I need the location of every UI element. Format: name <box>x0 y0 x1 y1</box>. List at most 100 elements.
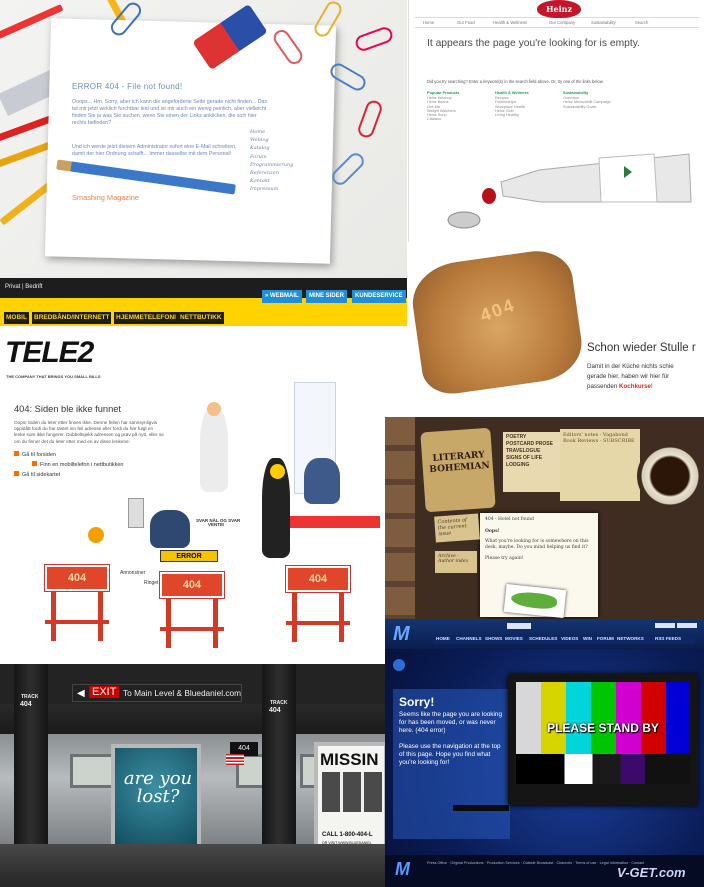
column-title: Health & Wellness <box>495 90 529 95</box>
smashing-magazine-404-panel: ERROR 404 - File not found! Ooops... Hm.… <box>0 0 407 278</box>
menu-item[interactable]: Forum <box>250 153 293 161</box>
nav-channels[interactable]: CHANNELS <box>456 636 482 641</box>
tab-phone[interactable]: HJEMMETELEFONI <box>114 312 178 324</box>
nav-search[interactable]: Search <box>635 20 648 25</box>
editors-notes[interactable]: Editors' notes · Vagabond Book Reviews ·… <box>560 429 640 501</box>
page-title: 404 - Hotel not found <box>485 517 534 522</box>
cooking-course-link[interactable]: Kochkurse <box>619 383 651 390</box>
menu-item[interactable]: Referenzen <box>250 169 293 177</box>
color-bar <box>565 682 592 754</box>
link[interactable]: Living Healthy <box>495 113 525 117</box>
platform-floor <box>0 844 385 887</box>
tab-webmail[interactable]: » WEBMAIL <box>262 290 302 303</box>
menu-item[interactable]: POSTCARD PROSE <box>506 441 558 448</box>
error-title: ERROR 404 - File not found! <box>72 82 183 91</box>
worker-figure <box>304 458 340 504</box>
link[interactable]: Heinz Microcredit Campaign <box>563 100 611 104</box>
exit-sign: ◀ EXIT To Main Level & Bluedaniel.com <box>72 684 242 702</box>
password-field[interactable] <box>677 623 697 628</box>
network-logo[interactable]: M <box>393 623 423 648</box>
missing-poster: MISSIN CALL 1-800-404-L OR VISIT WWW.BLU… <box>314 742 385 854</box>
brand-name[interactable]: Smashing Magazine <box>72 193 139 202</box>
please-stand-by: PLEASE STAND BY <box>547 721 659 735</box>
nav-our-food[interactable]: Our Food <box>457 20 475 25</box>
tab-shop[interactable]: NETTBUTIKK <box>178 312 224 324</box>
sign-label: Annonsiner <box>120 570 146 576</box>
missing-photos <box>322 772 382 812</box>
bullet-icon <box>14 451 19 456</box>
nav-home[interactable]: Home <box>423 20 434 25</box>
footer-logo[interactable]: M <box>395 859 417 881</box>
menu-item[interactable]: Impressum <box>250 185 293 193</box>
column-title: Sustainability <box>563 90 589 95</box>
nav-health[interactable]: Health & Wellness <box>493 20 527 25</box>
tv-stand <box>453 805 509 811</box>
tab-broadband[interactable]: BREDBÅND/INTERNETT <box>32 312 112 324</box>
sign-label: VENTE! <box>208 522 225 527</box>
menu-item[interactable]: POETRY <box>506 434 558 441</box>
subtext: Damit in der Küche nichts schie gerade h… <box>587 363 674 390</box>
link-frontpage[interactable]: Gå til forsiden <box>14 451 56 458</box>
nav-forum[interactable]: FORUM <box>597 636 614 641</box>
nav-networks[interactable]: NETWORKS <box>617 636 644 641</box>
contents-link[interactable]: Contents of the current issue <box>434 513 480 543</box>
nav-rss[interactable]: RSS FEEDS <box>655 636 681 641</box>
m-icon <box>393 659 405 671</box>
tab-mobil[interactable]: MOBIL <box>4 312 29 324</box>
page-content: 404 - Hotel not found Oops! What you're … <box>485 517 595 562</box>
warning-light-icon <box>88 527 104 543</box>
color-bar <box>615 682 641 754</box>
link-list: Recipes Partnerships Workplace Health He… <box>495 96 525 117</box>
pencil-icon <box>0 181 53 226</box>
menu-item[interactable]: Programmierung <box>250 161 293 169</box>
subway-404-panel: ◀ EXIT To Main Level & Bluedaniel.com TR… <box>0 664 385 887</box>
arrow-left-icon: ◀ <box>77 688 85 699</box>
heinz-404-panel: Home Our Food Health & Wellness Our Comp… <box>408 0 704 242</box>
test-pattern-bottom <box>516 754 690 784</box>
nav-shows[interactable]: SHOWS <box>485 636 502 641</box>
tele2-logo[interactable]: TELE2 <box>5 336 94 370</box>
help-message: Please use the navigation at the top of … <box>399 743 501 767</box>
stamps-strip <box>385 417 415 619</box>
nav-sustainability[interactable]: Sustainability <box>591 20 616 25</box>
menu-item[interactable]: Weblog <box>250 136 293 144</box>
search-input[interactable] <box>507 623 531 629</box>
link[interactable]: Classico <box>427 117 456 121</box>
toast-404-panel: 404 Schon wieder Stulle r Damit in der K… <box>408 242 704 417</box>
site-logo[interactable]: LITERARY BOHEMIAN <box>428 450 490 476</box>
side-menu: Home Weblog Katalog Forum Programmierung… <box>250 128 293 194</box>
headline: Schon wieder Stulle r <box>587 342 696 354</box>
hardhat-icon <box>270 464 285 479</box>
page-headline: It appears the page you're looking for i… <box>427 38 640 49</box>
heinz-logo[interactable]: Heinz <box>537 0 581 18</box>
menu-item[interactable]: Kontakt <box>250 177 293 185</box>
segment-switch[interactable]: Privat | Bedrift <box>5 284 43 290</box>
menu-item[interactable]: TRAVELOGUE <box>506 448 558 455</box>
menu-item[interactable]: LODGING <box>506 462 558 469</box>
menu-item[interactable]: SIGNS OF LIFE <box>506 455 558 462</box>
nav-win[interactable]: WIN <box>583 636 592 641</box>
nav-videos[interactable]: VIDEOS <box>561 636 578 641</box>
color-bar <box>516 682 542 754</box>
barrier-404: 404 <box>285 565 351 646</box>
link[interactable]: Sustainability Goals <box>563 105 611 109</box>
color-bar <box>665 682 690 754</box>
nav-schedules[interactable]: SCHEDULES <box>529 636 557 641</box>
nav-company[interactable]: Our Company <box>549 20 575 25</box>
paperclip-icon <box>355 98 385 140</box>
tagline: THE COMPANY THAT BRINGS YOU SMALL BILLS <box>6 374 101 379</box>
section-menu: POETRY POSTCARD PROSE TRAVELOGUE SIGNS O… <box>503 432 561 492</box>
color-bar <box>590 682 616 754</box>
link-webshop[interactable]: Finn en mobiltelefon i nettbutikken <box>32 461 123 468</box>
tab-customer-service[interactable]: KUNDESERVICE <box>352 290 406 303</box>
archive-link[interactable]: Archive · Author index <box>435 551 477 573</box>
nav-movies[interactable]: MOVIES <box>505 636 523 641</box>
menu-item[interactable]: Katalog <box>250 144 293 152</box>
login-field[interactable] <box>655 623 675 628</box>
link-sitemap[interactable]: Gå til sidekartet <box>14 471 60 478</box>
menu-item[interactable]: Home <box>250 128 293 136</box>
error-sign: ERROR <box>160 550 218 562</box>
barrier-404: 404 <box>159 571 225 652</box>
nav-home[interactable]: HOME <box>436 636 450 641</box>
tab-my-pages[interactable]: MINE SIDER <box>306 290 348 303</box>
